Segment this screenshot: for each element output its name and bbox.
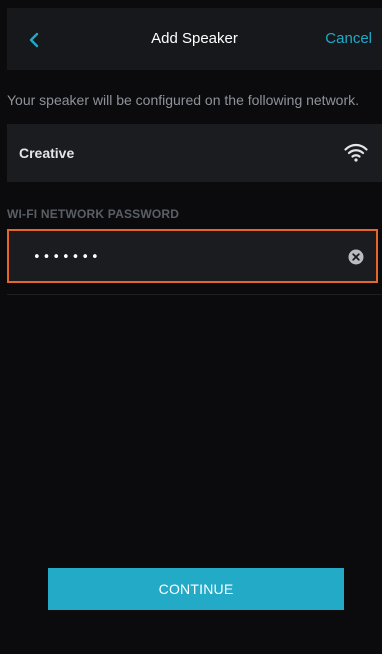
password-field	[7, 229, 378, 283]
divider	[7, 294, 382, 295]
password-section-label: WI-FI NETWORK PASSWORD	[7, 207, 180, 221]
clear-password-button[interactable]	[348, 249, 364, 265]
continue-button[interactable]: CONTINUE	[48, 568, 344, 610]
cancel-button[interactable]: Cancel	[325, 30, 372, 47]
network-row: Creative	[7, 124, 382, 182]
network-name: Creative	[19, 145, 75, 161]
add-speaker-screen: Add Speaker Cancel Your speaker will be …	[0, 0, 382, 654]
wifi-icon	[344, 141, 368, 163]
network-info-text: Your speaker will be configured on the f…	[7, 92, 360, 108]
password-input[interactable]	[33, 245, 313, 269]
header-bar: Add Speaker Cancel	[7, 8, 382, 70]
clear-icon	[348, 249, 364, 265]
